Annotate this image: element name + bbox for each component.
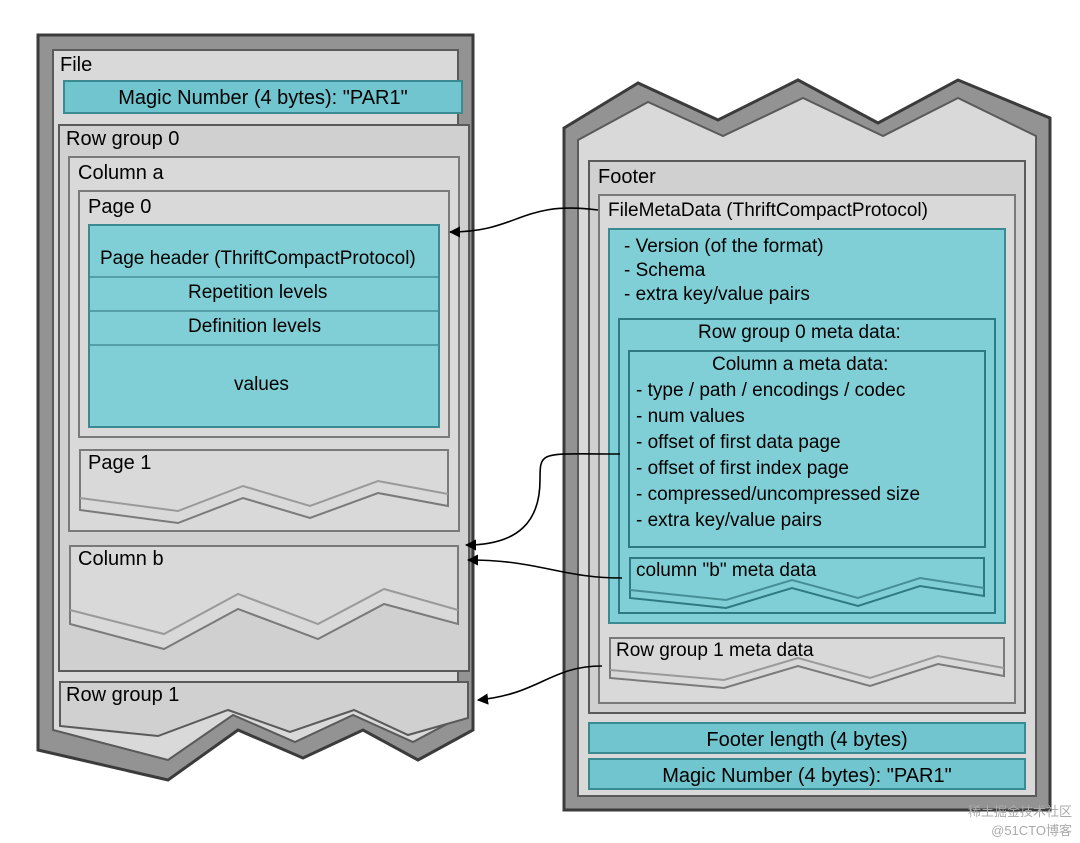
connector-arrows [0, 0, 1080, 843]
watermark: 稀土掘金技术社区 @51CTO博客 [968, 801, 1072, 839]
